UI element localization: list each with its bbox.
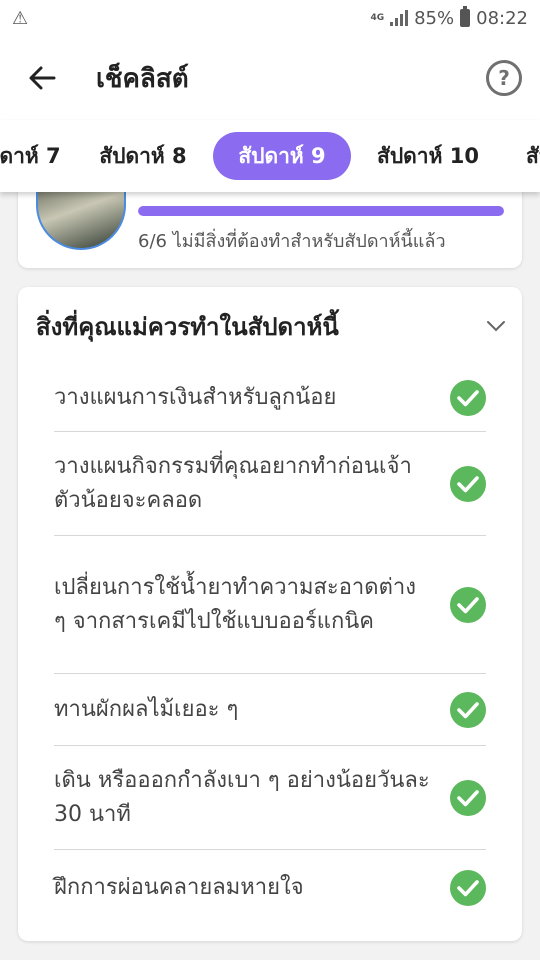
- task-item[interactable]: เปลี่ยนการใช้น้ำยาทำความสะอาดต่าง ๆ จากส…: [54, 536, 486, 674]
- section-title: สิ่งที่คุณแม่ควรทำในสัปดาห์นี้: [36, 312, 339, 341]
- task-item[interactable]: ฝึกการผ่อนคลายลมหายใจ: [54, 850, 486, 926]
- tab-week-7[interactable]: สัปดาห์ 7: [0, 132, 72, 180]
- tab-week-8[interactable]: สัปดาห์ 8: [88, 132, 198, 180]
- check-circle-icon[interactable]: [450, 379, 486, 416]
- task-label: ทานผักผลไม้เยอะ ๆ: [54, 696, 239, 722]
- network-type: 4G: [370, 12, 385, 23]
- task-label: เดิน หรือออกกำลังเบา ๆ อย่างน้อยวันละ 30…: [54, 767, 430, 827]
- help-button[interactable]: ?: [486, 60, 522, 96]
- check-circle-icon[interactable]: [450, 779, 486, 816]
- week-tabs: สัปดาห์ 7 สัปดาห์ 8 สัปดาห์ 9 สัปดาห์ 10…: [0, 120, 540, 192]
- task-item[interactable]: วางแผนกิจกรรมที่คุณอยากทำก่อนเจ้าตัวน้อย…: [54, 432, 486, 536]
- status-right: 4G 85% 08:22: [370, 6, 528, 29]
- help-icon: ?: [498, 66, 510, 90]
- task-item[interactable]: เดิน หรือออกกำลังเบา ๆ อย่างน้อยวันละ 30…: [54, 746, 486, 850]
- task-label: วางแผนการเงินสำหรับลูกน้อย: [54, 384, 337, 410]
- page-title: เช็คลิสต์: [96, 63, 189, 94]
- progress-fill: [138, 206, 504, 216]
- task-label: ฝึกการผ่อนคลายลมหายใจ: [54, 875, 304, 900]
- tab-week-10[interactable]: สัปดาห์ 10: [368, 132, 488, 180]
- task-label: วางแผนกิจกรรมที่คุณอยากทำก่อนเจ้าตัวน้อย…: [54, 453, 412, 513]
- chevron-down-icon[interactable]: [484, 314, 508, 338]
- back-button[interactable]: [14, 50, 70, 106]
- task-label: เปลี่ยนการใช้น้ำยาทำความสะอาดต่าง ๆ จากส…: [54, 574, 416, 634]
- warning-icon: ⚠: [12, 7, 29, 29]
- task-item[interactable]: ทานผักผลไม้เยอะ ๆ: [54, 674, 486, 746]
- check-circle-icon[interactable]: [450, 870, 486, 906]
- battery-percent: 85%: [414, 7, 455, 29]
- clock: 08:22: [476, 7, 528, 29]
- status-bar: ⚠ 4G 85% 08:22: [0, 0, 540, 36]
- section-header[interactable]: สิ่งที่คุณแม่ควรทำในสัปดาห์นี้: [36, 301, 508, 351]
- arrow-left-icon: [29, 66, 56, 90]
- check-circle-icon[interactable]: [450, 691, 486, 728]
- check-circle-icon[interactable]: [450, 586, 486, 623]
- app-bar: เช็คลิสต์ ?: [0, 36, 540, 120]
- task-list: วางแผนการเงินสำหรับลูกน้อย วางแผนกิจกรรม…: [54, 364, 486, 926]
- tab-week-9[interactable]: สัปดาห์ 9: [213, 132, 351, 180]
- tab-week-11[interactable]: สัปดาห์ 11: [526, 132, 540, 180]
- check-circle-icon[interactable]: [450, 465, 486, 502]
- tasks-card: สิ่งที่คุณแม่ควรทำในสัปดาห์นี้ วางแผนการ…: [18, 287, 522, 941]
- signal-icon: [390, 10, 409, 26]
- progress-bar: [138, 206, 504, 216]
- progress-text: 6/6 ไม่มีสิ่งที่ต้องทำสำหรับสัปดาห์นี้แล…: [138, 231, 446, 252]
- battery-icon: [460, 6, 471, 27]
- task-item[interactable]: วางแผนการเงินสำหรับลูกน้อย: [54, 364, 486, 432]
